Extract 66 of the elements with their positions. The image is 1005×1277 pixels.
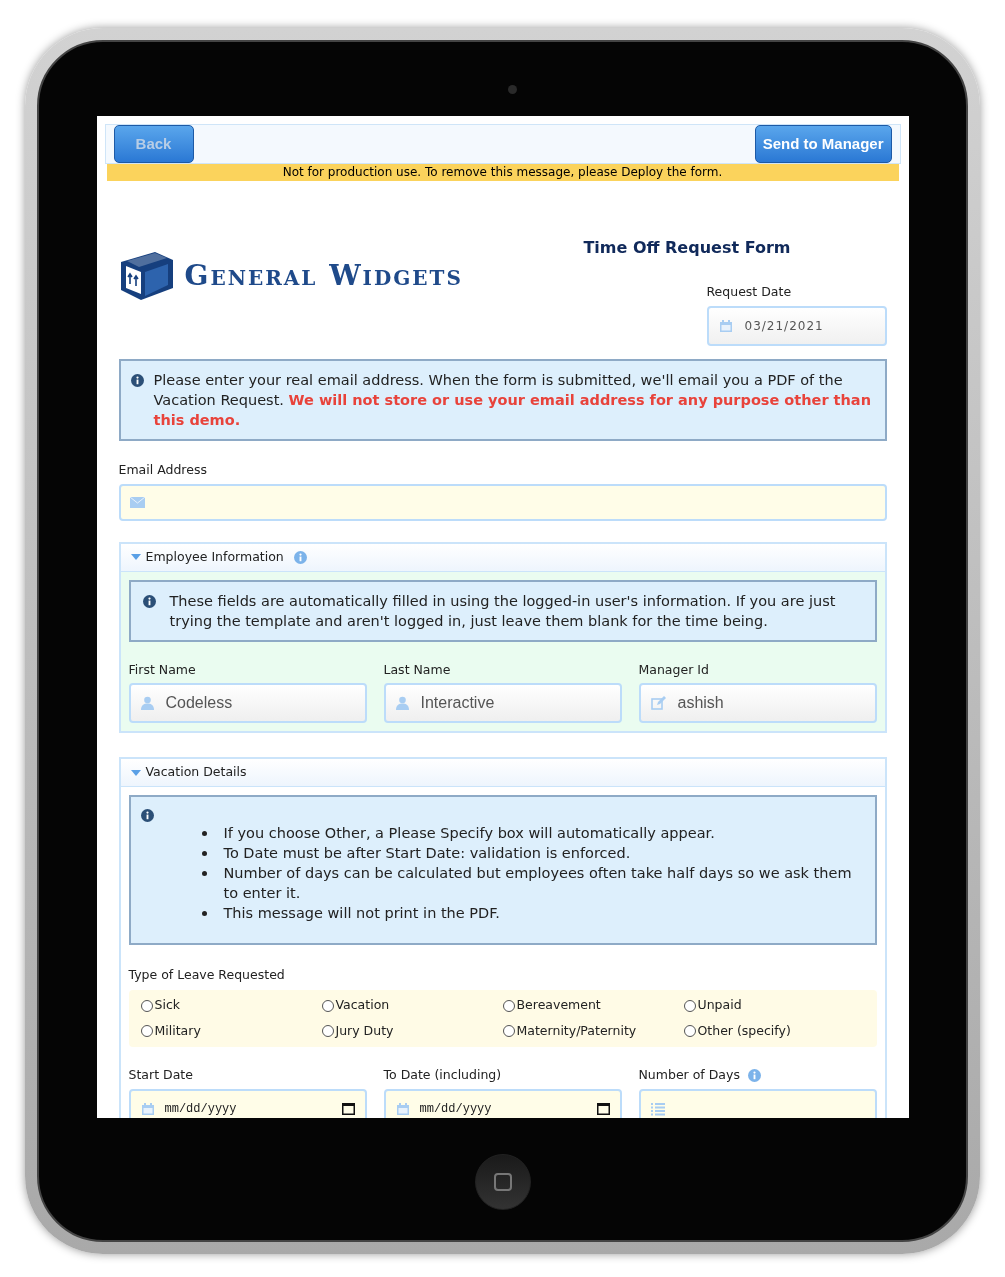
text-field[interactable]: Codeless	[128, 683, 367, 724]
radio-button[interactable]	[683, 999, 696, 1012]
field-label: Type of Leave Requested	[128, 967, 285, 983]
employee-info-text: These fields are automatically filled in using the logged-in user's information. If you are just trying the template and aren't logged in, just leave them blank for the time being.	[169, 591, 837, 631]
text-field[interactable]: ashish	[638, 683, 877, 724]
caret-icon	[130, 554, 141, 560]
request-date-field[interactable]: 03/21/2021	[706, 305, 887, 346]
list-icon	[650, 1101, 665, 1116]
envelope-icon	[129, 496, 145, 508]
leave-type-option[interactable]: Sick	[140, 996, 322, 1015]
leave-type-option[interactable]: Other (specify)	[683, 1022, 865, 1041]
info-item: To Date must be after Start Date: validation is enforced.	[223, 844, 631, 864]
field-label: Start Date	[128, 1065, 193, 1084]
field-label: Manager Id	[638, 660, 710, 679]
bullet-icon	[201, 911, 207, 917]
radio-button[interactable]	[321, 999, 334, 1012]
caret-icon	[130, 769, 141, 776]
radio-button[interactable]	[140, 1025, 153, 1038]
info-item: If you choose Other, a Please Specify box will automatically appear.	[223, 824, 715, 844]
calendar-picker-icon[interactable]	[596, 1102, 610, 1115]
calendar-picker-icon[interactable]	[341, 1102, 355, 1115]
field-label: Request Date	[706, 283, 793, 301]
radio-button[interactable]	[502, 1025, 515, 1038]
email-info-text: Please enter your real email address. When the form is submitted, we'll email you a PDF of the Vacation Request. We will not store or use your email address for any purpose other than this demo.	[153, 370, 872, 430]
email-field[interactable]	[118, 483, 887, 521]
info-item: This message will not print in the PDF.	[223, 904, 500, 924]
person-icon	[395, 696, 409, 711]
info-icon	[142, 594, 156, 608]
bullet-icon	[201, 871, 207, 877]
info-icon	[747, 1068, 761, 1082]
info-icon	[130, 373, 144, 387]
leave-type-option[interactable]: Unpaid	[683, 996, 865, 1015]
person-icon	[140, 696, 154, 711]
radio-button[interactable]	[140, 999, 153, 1012]
info-icon	[293, 550, 307, 564]
text-field[interactable]: Interactive	[383, 683, 622, 724]
number-field[interactable]	[638, 1088, 877, 1118]
calendar-icon	[395, 1101, 410, 1116]
form-title: Time Off Request Form	[583, 237, 791, 259]
bullet-icon	[201, 831, 207, 837]
field-label: To Date (including)	[383, 1065, 502, 1084]
info-item: Number of days can be calculated but employees often take half days so we ask them to enter it.	[223, 864, 853, 904]
calendar-icon	[140, 1101, 155, 1116]
leave-type-option[interactable]: Bereavement	[502, 996, 684, 1015]
leave-type-option[interactable]: Maternity/Paternity	[502, 1022, 684, 1041]
edit-icon	[650, 696, 666, 711]
leave-type-option[interactable]: Jury Duty	[321, 1022, 503, 1041]
field-label: Last Name	[383, 660, 452, 679]
leave-type-option[interactable]: Vacation	[321, 996, 503, 1015]
field-label: First Name	[128, 660, 197, 679]
box-logo-icon	[118, 250, 175, 303]
radio-button[interactable]	[683, 1025, 696, 1038]
square-icon	[493, 1173, 512, 1191]
bullet-icon	[201, 851, 207, 857]
date-field[interactable]: mm/dd/yyyy	[128, 1088, 367, 1118]
company-logo-text: General Widgets	[184, 258, 463, 295]
info-icon	[140, 809, 154, 823]
radio-button[interactable]	[502, 999, 515, 1012]
date-field[interactable]: mm/dd/yyyy	[383, 1088, 622, 1118]
calendar-icon	[718, 318, 733, 333]
field-label: Number of Days	[638, 1065, 740, 1084]
leave-type-option[interactable]: Military	[140, 1022, 322, 1041]
field-label: Email Address	[118, 460, 208, 479]
section-header[interactable]: Employee Information	[120, 543, 885, 572]
radio-button[interactable]	[321, 1025, 334, 1038]
notice-bar: Not for production use. To remove this message, please Deploy the form.	[106, 164, 899, 181]
